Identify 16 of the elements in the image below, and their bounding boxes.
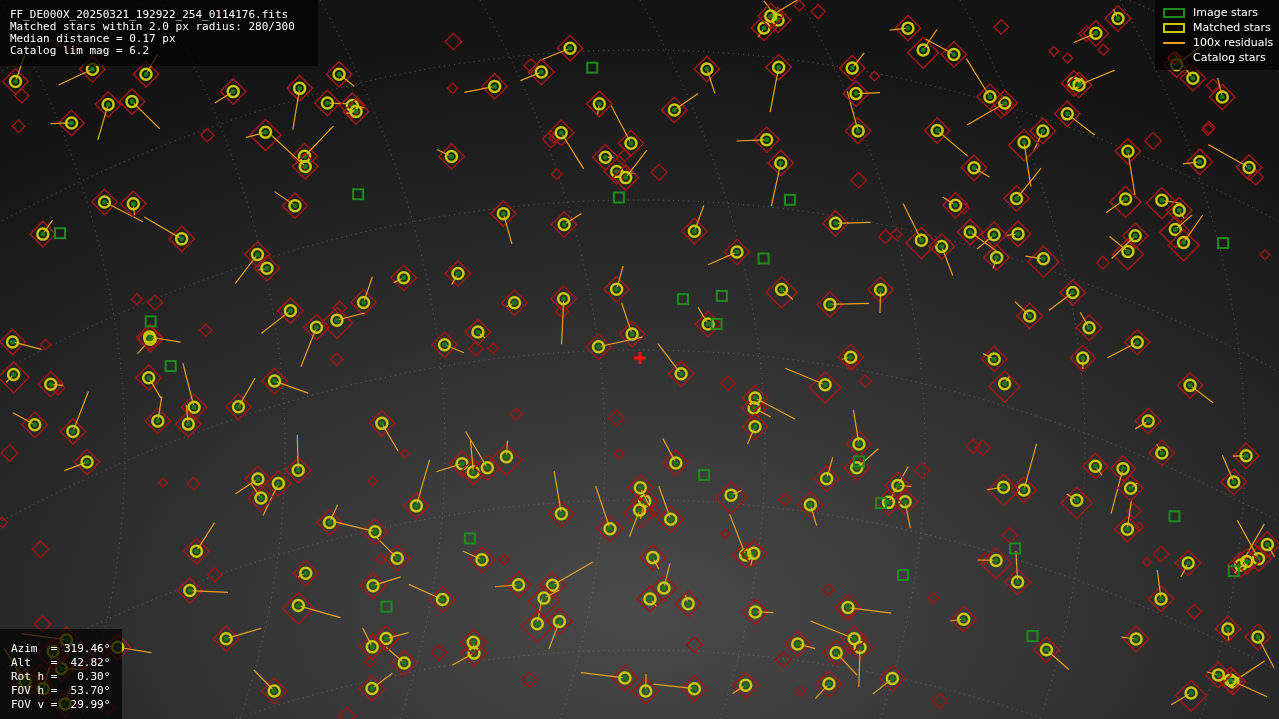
header-text: Catalog lim mag = 6.2 — [10, 45, 151, 57]
legend-label: 100x residuals — [1193, 36, 1274, 50]
pointing-text: Rot h = 0.30° — [11, 670, 112, 684]
rectangle-icon — [1163, 23, 1185, 33]
line-icon — [1163, 42, 1185, 44]
pointing-text: FOV h = 53.70° — [11, 684, 112, 698]
legend-label: Matched stars — [1193, 21, 1271, 35]
header-text: Matched stars within 2.0 px radius: 280/300 — [10, 21, 296, 33]
header-text: FF_DE000X_20250321_192922_254_0114176.fits — [10, 9, 290, 21]
header-text: Median distance = 0.17 px — [10, 33, 177, 45]
pointing-text: Alt = 42.82° — [11, 656, 112, 670]
rectangle-icon — [1163, 8, 1185, 18]
pointing-text: Azim = 319.46° — [11, 642, 112, 656]
legend-label: Catalog stars — [1193, 51, 1266, 65]
legend-label: Image stars — [1193, 6, 1258, 20]
pointing-text: FOV v = 29.99° — [11, 698, 112, 712]
